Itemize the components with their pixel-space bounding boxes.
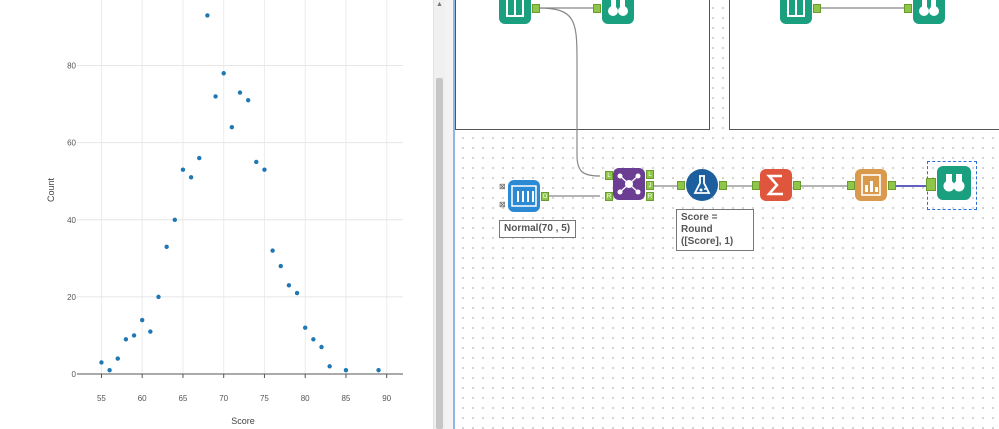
data-point xyxy=(245,98,251,103)
x-input-icon: ⊠ xyxy=(499,182,506,191)
flask-icon xyxy=(693,175,711,194)
data-point xyxy=(221,71,226,76)
data-point xyxy=(197,155,202,161)
x-tick-label: 85 xyxy=(341,394,350,403)
r-tool[interactable] xyxy=(508,180,540,212)
browse-input-anchor[interactable] xyxy=(926,178,936,191)
interactive-chart-tool[interactable] xyxy=(855,169,887,201)
data-point xyxy=(278,263,283,269)
data-point xyxy=(205,13,210,18)
x-tick-label: 80 xyxy=(301,394,310,403)
join-network-icon xyxy=(617,173,641,195)
join-right-input-anchor[interactable]: R xyxy=(605,192,613,201)
summarize-input-anchor[interactable] xyxy=(752,181,760,190)
x-tick-label: 60 xyxy=(138,394,147,403)
data-point xyxy=(376,367,381,373)
formula-tool-annotation[interactable]: Score = Round ([Score], 1) xyxy=(676,209,754,251)
data-point xyxy=(213,94,218,99)
data-point xyxy=(254,159,259,165)
r-output-anchor[interactable]: O xyxy=(541,192,549,201)
input-data-tool[interactable] xyxy=(499,0,531,24)
y-tick-label: 40 xyxy=(67,216,76,225)
data-point xyxy=(188,175,194,180)
formula-output-anchor[interactable] xyxy=(719,181,727,190)
data-point xyxy=(148,329,153,334)
y-tick-label: 20 xyxy=(67,293,76,302)
data-point xyxy=(140,317,145,323)
data-point xyxy=(343,367,349,373)
pane-divider[interactable] xyxy=(445,0,455,429)
join-left-output-anchor[interactable]: L xyxy=(646,170,654,179)
data-point xyxy=(172,217,177,222)
binoculars-icon xyxy=(608,0,628,16)
y-tick-label: 60 xyxy=(67,139,76,148)
data-point xyxy=(180,167,186,172)
data-point xyxy=(107,367,112,373)
input-data-tool-2[interactable] xyxy=(780,0,812,24)
data-point xyxy=(303,325,308,330)
data-point xyxy=(294,290,300,296)
binoculars-icon xyxy=(919,0,939,16)
connection-input-to-join-left[interactable] xyxy=(537,7,601,177)
data-point xyxy=(115,356,120,361)
data-point xyxy=(156,294,161,300)
data-point xyxy=(311,337,316,342)
formula-tool[interactable] xyxy=(686,169,718,201)
data-point xyxy=(319,344,324,350)
data-point xyxy=(262,167,267,172)
book-icon xyxy=(787,0,805,17)
formula-annotation-line1: Score = Round xyxy=(681,212,718,235)
summarize-output-anchor[interactable] xyxy=(793,181,801,190)
data-point xyxy=(327,364,332,369)
input-anchor[interactable] xyxy=(593,4,601,13)
data-point xyxy=(164,244,169,249)
output-anchor[interactable] xyxy=(813,4,821,13)
formula-input-anchor[interactable] xyxy=(677,181,685,190)
y-tick-label: 80 xyxy=(67,62,76,71)
sigma-icon xyxy=(766,174,783,196)
input-anchor[interactable] xyxy=(904,4,912,13)
data-point xyxy=(123,337,129,342)
chart-pane: 55 60 65 70 75 80 85 90 0 20 40 60 80 Score Count xyxy=(0,0,433,429)
binoculars-icon xyxy=(943,174,965,192)
x-tick-label: 90 xyxy=(382,394,391,403)
r-code-icon xyxy=(511,185,537,207)
book-icon xyxy=(506,0,524,17)
join-right-output-anchor[interactable]: R xyxy=(646,192,654,201)
data-point xyxy=(286,283,292,288)
output-anchor[interactable] xyxy=(532,4,540,13)
join-join-output-anchor[interactable]: J xyxy=(646,181,654,190)
data-point xyxy=(131,333,137,338)
workflow-canvas[interactable]: ⊠ ⊠ O Normal(70 , 5) L R L J R Score = R… xyxy=(455,0,999,429)
x-tick-label: 55 xyxy=(97,394,106,403)
r-tool-input-icons: ⊠ ⊠ xyxy=(499,182,507,212)
vertical-scrollbar[interactable]: ▲ xyxy=(433,0,445,429)
score-count-scatter-chart: 55 60 65 70 75 80 85 90 0 20 40 60 80 Score Count xyxy=(46,0,403,426)
scrollbar-thumb[interactable] xyxy=(436,78,443,429)
x-tick-label: 75 xyxy=(260,394,269,403)
join-left-input-anchor[interactable]: L xyxy=(605,171,613,180)
browse-tool[interactable] xyxy=(602,0,634,24)
x-axis-title: Score xyxy=(231,416,255,426)
scroll-up-arrow-icon[interactable]: ▲ xyxy=(435,0,444,10)
y-axis-title: Count xyxy=(46,178,56,203)
r-tool-annotation[interactable]: Normal(70 , 5) xyxy=(499,220,576,238)
report-input-anchor[interactable] xyxy=(847,181,855,190)
browse-tool-2[interactable] xyxy=(913,0,945,24)
formula-annotation-line2: ([Score], 1) xyxy=(681,236,734,247)
data-point xyxy=(237,90,243,95)
data-point xyxy=(229,125,235,130)
browse-tool-selected[interactable] xyxy=(937,166,971,200)
report-output-anchor[interactable] xyxy=(888,181,896,190)
x-tick-label: 70 xyxy=(219,394,228,403)
summarize-tool[interactable] xyxy=(760,169,792,201)
y-tick-label: 0 xyxy=(72,370,77,379)
x-tick-label: 65 xyxy=(178,394,187,403)
report-chart-icon xyxy=(861,174,881,196)
x-input-icon: ⊠ xyxy=(499,200,506,209)
join-tool[interactable] xyxy=(613,168,645,200)
data-point xyxy=(270,248,275,253)
data-point xyxy=(99,360,104,365)
